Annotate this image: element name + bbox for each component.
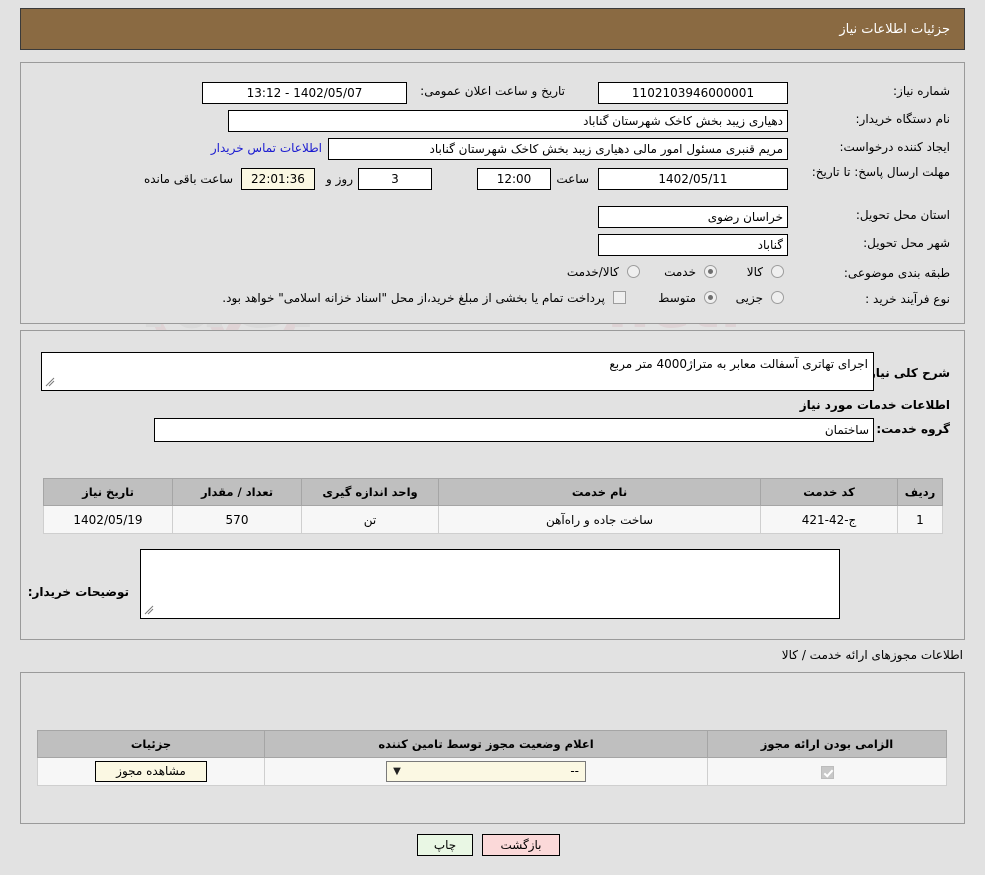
permit-status-value: --	[570, 764, 579, 778]
permits-header-row: الزامی بودن ارائه مجوز اعلام وضعیت مجوز …	[37, 730, 947, 758]
cell-date: 1402/05/19	[43, 505, 173, 534]
public-announce-field[interactable]: 1402/05/07 - 13:12	[202, 82, 407, 104]
requester-label: ایجاد کننده درخواست:	[839, 140, 950, 154]
th-row: ردیف	[897, 478, 943, 506]
th-date: تاریخ نیاز	[43, 478, 173, 506]
page-title: جزئیات اطلاعات نیاز	[839, 21, 950, 37]
deadline-remaining-label: ساعت باقی مانده	[143, 172, 233, 186]
permits-table: الزامی بودن ارائه مجوز اعلام وضعیت مجوز …	[37, 730, 947, 786]
cell-name: ساخت جاده و راه‌آهن	[438, 505, 761, 534]
cell-unit: تن	[301, 505, 439, 534]
buyer-contact-link[interactable]: اطلاعات تماس خریدار	[211, 141, 322, 155]
radio-purchase-motevaset[interactable]	[704, 291, 717, 304]
deadline-time-label: ساعت	[556, 172, 589, 186]
city-field[interactable]: گناباد	[598, 234, 788, 256]
permits-row: ▼ -- مشاهده مجوز	[37, 757, 947, 786]
province-label: استان محل تحویل:	[855, 208, 950, 222]
chevron-down-icon: ▼	[393, 766, 401, 777]
buyer-org-field[interactable]: دهیاری زیبد بخش کاخک شهرستان گناباد	[228, 110, 788, 132]
radio-category-kala-label: کالا	[746, 265, 763, 279]
radio-purchase-jozee[interactable]	[771, 291, 784, 304]
radio-category-khedmat-label: خدمت	[664, 265, 696, 279]
th-permit-required: الزامی بودن ارائه مجوز	[707, 730, 947, 758]
th-permit-details: جزئیات	[37, 730, 265, 758]
view-permit-button[interactable]: مشاهده مجوز	[95, 761, 207, 782]
cell-code: ج-42-421	[760, 505, 898, 534]
back-button[interactable]: بازگشت	[482, 834, 560, 856]
deadline-date-field[interactable]: 1402/05/11	[598, 168, 788, 190]
deadline-label: مهلت ارسال پاسخ: تا تاریخ:	[811, 165, 950, 179]
radio-purchase-jozee-label: جزیی	[735, 291, 763, 305]
permits-caption: اطلاعات مجوزهای ارائه خدمت / کالا	[781, 648, 963, 662]
th-code: کد خدمت	[760, 478, 898, 506]
th-permit-status: اعلام وضعیت مجوز توسط تامین کننده	[264, 730, 708, 758]
cell-permit-status: ▼ --	[264, 757, 708, 786]
permit-required-checkbox	[820, 765, 834, 779]
province-field[interactable]: خراسان رضوی	[598, 206, 788, 228]
requester-field[interactable]: مریم قنبری مسئول امور مالی دهیاری زیبد ب…	[328, 138, 788, 160]
th-name: نام خدمت	[438, 478, 761, 506]
cell-quantity: 570	[172, 505, 302, 534]
deadline-days-label: روز و	[326, 172, 353, 186]
service-group-label: گروه خدمت:	[876, 422, 950, 436]
buyer-notes-label: توضیحات خریدار:	[27, 585, 129, 599]
buyer-org-label: نام دستگاه خریدار:	[855, 112, 951, 126]
need-desc-textarea[interactable]: اجرای تهاتری آسفالت معابر به متراژ4000 م…	[41, 352, 874, 391]
city-label: شهر محل تحویل:	[863, 236, 950, 250]
service-items-table: ردیف کد خدمت نام خدمت واحد اندازه گیری ت…	[43, 478, 943, 534]
cell-row: 1	[897, 505, 943, 534]
th-unit: واحد اندازه گیری	[301, 478, 439, 506]
treasury-note-checkbox[interactable]	[613, 291, 626, 304]
need-desc-label: شرح کلی نیاز:	[864, 366, 950, 380]
public-announce-label: تاریخ و ساعت اعلان عمومی:	[420, 84, 565, 98]
purchase-type-label: نوع فرآیند خرید :	[865, 292, 950, 306]
cell-permit-details: مشاهده مجوز	[37, 757, 265, 786]
page-root: جزئیات اطلاعات نیاز AnaTender .net شماره…	[0, 0, 985, 875]
page-header: جزئیات اطلاعات نیاز	[20, 8, 965, 50]
radio-category-kala-khedmat-label: کالا/خدمت	[566, 265, 619, 279]
print-button[interactable]: چاپ	[417, 834, 473, 856]
deadline-days-field[interactable]: 3	[358, 168, 432, 190]
need-number-field[interactable]: 1102103946000001	[598, 82, 788, 104]
radio-category-khedmat[interactable]	[704, 265, 717, 278]
table-header-row: ردیف کد خدمت نام خدمت واحد اندازه گیری ت…	[43, 478, 943, 506]
resize-grip-icon[interactable]	[144, 605, 154, 615]
radio-category-kala[interactable]	[771, 265, 784, 278]
need-desc-value: اجرای تهاتری آسفالت معابر به متراژ4000 م…	[609, 357, 868, 371]
radio-purchase-motevaset-label: متوسط	[658, 291, 696, 305]
table-row: 1 ج-42-421 ساخت جاده و راه‌آهن تن 570 14…	[43, 505, 943, 534]
permit-status-select[interactable]: ▼ --	[386, 761, 586, 782]
cell-permit-required	[707, 757, 947, 786]
radio-category-kala-khedmat[interactable]	[627, 265, 640, 278]
need-number-label: شماره نیاز:	[893, 84, 950, 98]
service-group-field[interactable]: ساختمان	[154, 418, 874, 442]
buyer-notes-textarea[interactable]	[140, 549, 840, 619]
top-info-panel	[20, 62, 965, 324]
th-quantity: تعداد / مقدار	[172, 478, 302, 506]
deadline-time-field[interactable]: 12:00	[477, 168, 551, 190]
resize-grip-icon[interactable]	[45, 377, 55, 387]
deadline-countdown-field: 22:01:36	[241, 168, 315, 190]
services-caption: اطلاعات خدمات مورد نیاز	[799, 398, 950, 412]
category-label: طبقه بندی موضوعی:	[843, 266, 950, 280]
treasury-note-text: پرداخت تمام یا بخشی از مبلغ خرید،از محل …	[222, 291, 605, 305]
